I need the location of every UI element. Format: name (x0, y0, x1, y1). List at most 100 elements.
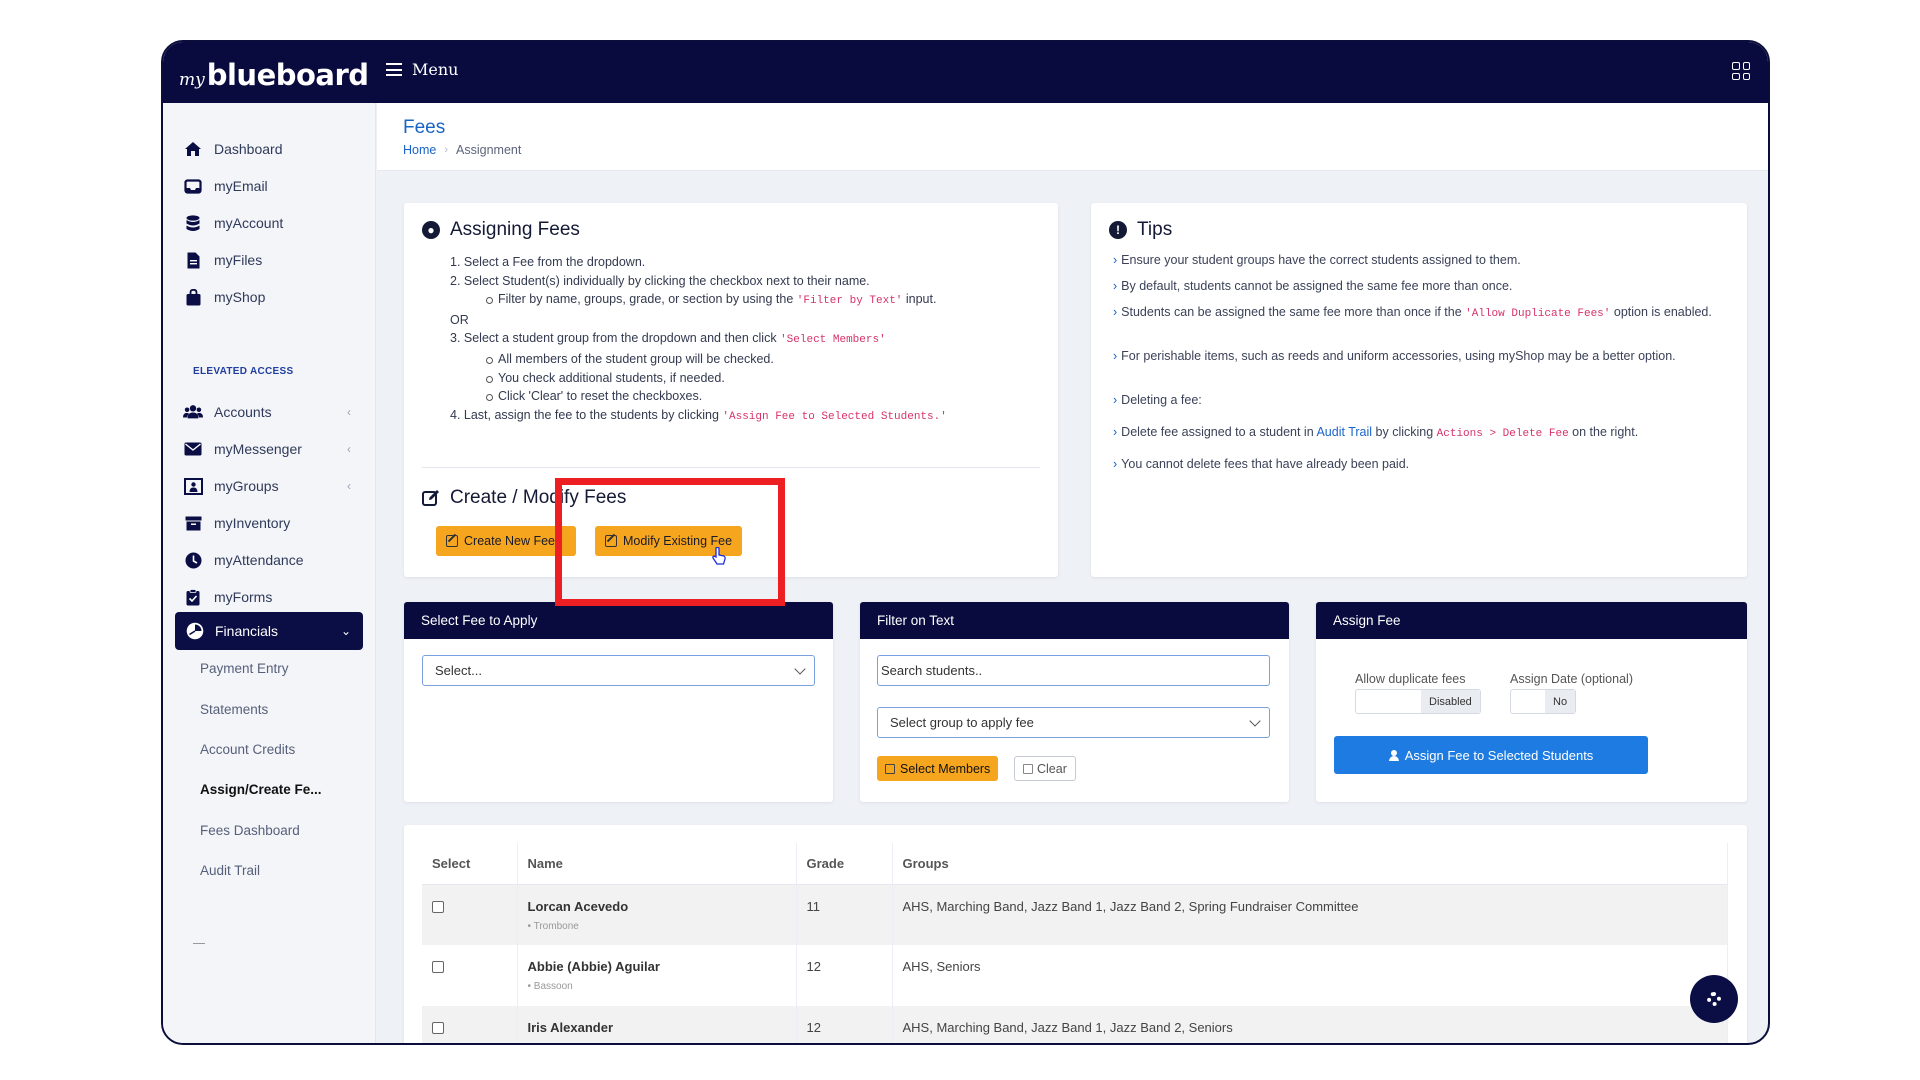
create-new-fee-button[interactable]: Create New Fee (436, 526, 576, 556)
students-table: Select Name Grade Groups Lorcan Acevedo •… (422, 843, 1728, 1043)
users-icon (183, 403, 203, 421)
row-checkbox[interactable] (432, 961, 444, 973)
name-cell: Iris Alexander (517, 1006, 797, 1043)
shopping-bag-icon (183, 288, 203, 306)
apps-grid-icon[interactable] (1732, 62, 1750, 80)
sidebar-subitem-fees-dashboard[interactable]: Fees Dashboard (200, 823, 300, 838)
select-fee-panel: Select Fee to Apply Select... (404, 602, 833, 802)
edit-square-icon (422, 490, 439, 506)
tip-item: › Ensure your student groups have the cor… (1113, 253, 1521, 267)
fee-select-dropdown[interactable]: Select... (422, 655, 815, 686)
settings-fab[interactable] (1690, 975, 1738, 1023)
clear-button[interactable]: Clear (1014, 756, 1076, 781)
assign-fee-label: Assign Fee to Selected Students (1404, 747, 1594, 763)
clock-icon (183, 551, 203, 569)
sidebar-item-myshop[interactable]: myShop (183, 285, 363, 309)
select-members-button[interactable]: Select Members (877, 756, 999, 781)
sidebar-item-dashboard[interactable]: Dashboard (183, 137, 363, 161)
sidebar-item-label: myAccount (214, 215, 284, 231)
edit-icon (1023, 763, 1033, 774)
breadcrumb: Home › Assignment (403, 143, 521, 157)
toggle-state: Disabled (1421, 690, 1480, 713)
clipboard-check-icon (183, 588, 203, 606)
sidebar-item-myfiles[interactable]: myFiles (183, 248, 363, 272)
sidebar-item-label: myMessenger (214, 441, 302, 457)
sidebar-item-label: Dashboard (214, 141, 283, 157)
user-icon (1388, 749, 1399, 761)
tips-card: ! Tips › Ensure your student groups have … (1091, 203, 1747, 577)
student-name[interactable]: Lorcan Acevedo (528, 899, 786, 914)
sidebar-item-myemail[interactable]: myEmail (183, 174, 363, 198)
modify-existing-fee-label: Modify Existing Fee (623, 534, 733, 548)
logo-my: my (179, 70, 205, 90)
toggle-off-segment (1511, 690, 1545, 713)
chevron-left-icon: ‹ (347, 405, 351, 419)
assign-fee-to-selected-students-button[interactable]: Assign Fee to Selected Students (1334, 736, 1648, 774)
sidebar-subitem-payment-entry[interactable]: Payment Entry (200, 661, 289, 676)
select-cell (422, 1006, 518, 1043)
students-table-card: Select Name Grade Groups Lorcan Acevedo •… (404, 825, 1747, 1043)
page-header: Fees Home › Assignment (377, 103, 1768, 171)
assigning-fees-card: ● Assigning Fees 1. Select a Fee from th… (404, 203, 1058, 577)
student-name[interactable]: Abbie (Abbie) Aguilar (528, 959, 786, 974)
student-instrument: • Trombone (527, 920, 579, 932)
assign-date-toggle[interactable]: No (1510, 689, 1577, 714)
assigning-fees-heading: Assigning Fees (450, 219, 580, 240)
row-checkbox[interactable] (432, 1022, 444, 1034)
sidebar: Dashboard myEmail myAccount myFiles mySh… (163, 103, 376, 1043)
archive-box-icon (183, 514, 203, 532)
sidebar-subitem-account-credits[interactable]: Account Credits (200, 742, 295, 757)
group-select-dropdown[interactable]: Select group to apply fee (877, 707, 1270, 738)
col-name[interactable]: Name (517, 843, 797, 885)
financials-icon (185, 622, 205, 640)
student-name[interactable]: Iris Alexander (528, 1020, 786, 1035)
sidebar-item-mygroups[interactable]: myGroups ‹ (183, 474, 363, 498)
col-select[interactable]: Select (422, 843, 518, 885)
edit-icon (885, 763, 895, 774)
sidebar-item-myinventory[interactable]: myInventory (183, 511, 363, 535)
instruction-step-2-sub: Filter by name, groups, grade, or sectio… (426, 290, 947, 311)
assign-date-label: Assign Date (optional) (1510, 672, 1633, 686)
student-instrument: • Bassoon (527, 981, 573, 992)
search-students-input[interactable] (877, 655, 1270, 686)
toggle-state: No (1545, 690, 1576, 713)
grade-cell: 12 (796, 945, 893, 1006)
home-icon (183, 140, 203, 158)
assigning-instructions: 1. Select a Fee from the dropdown. 2. Se… (426, 253, 947, 426)
col-grade[interactable]: Grade (796, 843, 893, 885)
sidebar-subitem-audit-trail[interactable]: Audit Trail (200, 863, 260, 878)
name-cell: Lorcan Acevedo • Trombone (517, 884, 797, 945)
sidebar-item-myaccount[interactable]: myAccount (183, 211, 363, 235)
row-checkbox[interactable] (432, 900, 444, 913)
sidebar-item-accounts[interactable]: Accounts ‹ (183, 400, 363, 424)
col-groups[interactable]: Groups (892, 843, 1728, 885)
select-cell (422, 884, 518, 945)
menu-button[interactable]: Menu (386, 60, 458, 79)
hand-cursor-icon (712, 547, 726, 565)
sidebar-item-mymessenger[interactable]: myMessenger ‹ (183, 437, 363, 461)
grade-cell: 11 (796, 884, 893, 945)
sidebar-divider (193, 943, 205, 944)
envelope-icon (183, 440, 203, 458)
user-circle-icon: ● (422, 221, 440, 239)
instruction-step-3-sub-1: All members of the student group will be… (426, 350, 947, 369)
allow-duplicate-toggle[interactable]: Disabled (1355, 689, 1481, 714)
audit-trail-link[interactable]: Audit Trail (1316, 425, 1372, 439)
inbox-icon (183, 177, 203, 195)
breadcrumb-home[interactable]: Home (403, 143, 436, 157)
myblueboard-logo[interactable]: my blueboard (179, 48, 369, 98)
sidebar-subitem-statements[interactable]: Statements (200, 702, 268, 717)
sidebar-subitem-assign-create-fees[interactable]: Assign/Create Fe... (200, 782, 322, 797)
sidebar-item-financials[interactable]: Financials ⌄ (175, 612, 363, 650)
table-row: Lorcan Acevedo • Trombone 11 AHS, Marchin… (422, 884, 1728, 945)
elevated-access-heading: ELEVATED ACCESS (193, 366, 294, 377)
sidebar-item-label: myFiles (214, 252, 263, 268)
page-title: Fees (403, 117, 446, 138)
assign-fee-header: Assign Fee (1316, 602, 1747, 639)
sidebar-item-label: myShop (214, 289, 266, 305)
sidebar-item-myforms[interactable]: myForms (183, 585, 363, 609)
file-icon (183, 251, 203, 269)
sidebar-item-myattendance[interactable]: myAttendance (183, 548, 363, 572)
tips-title: ! Tips (1109, 219, 1172, 241)
tip-item: › You cannot delete fees that have alread… (1113, 457, 1410, 471)
